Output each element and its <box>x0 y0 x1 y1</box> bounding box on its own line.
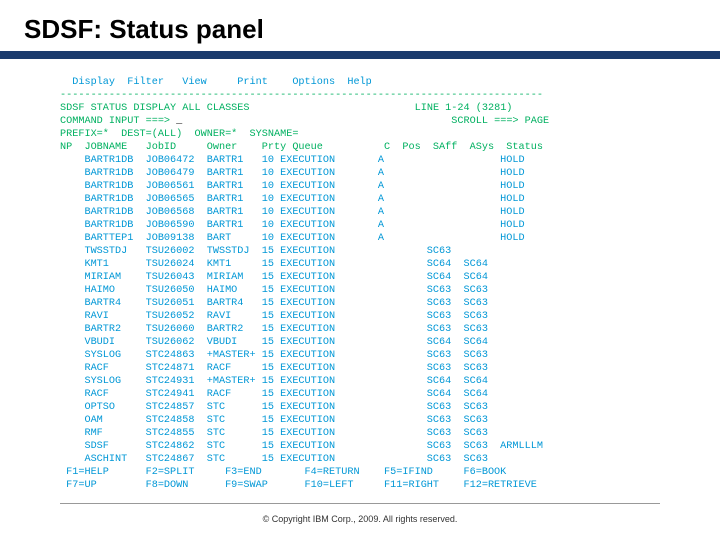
table-row[interactable]: VBUDI TSU26062 VBUDI 15 EXECUTION SC64 S… <box>60 337 500 348</box>
fkeys-row1[interactable]: F1=HELP F2=SPLIT F3=END F4=RETURN F5=IFI… <box>60 467 506 478</box>
table-row[interactable]: RACF STC24941 RACF 15 EXECUTION SC64 SC6… <box>60 389 500 400</box>
table-row[interactable]: TWSSTDJ TSU26002 TWSSTDJ 15 EXECUTION SC… <box>60 246 500 257</box>
table-row[interactable]: BARTR1DB JOB06568 BARTR1 10 EXECUTION A … <box>60 207 525 218</box>
table-row[interactable]: SYSLOG STC24931 +MASTER+ 15 EXECUTION SC… <box>60 376 500 387</box>
fkeys-row2[interactable]: F7=UP F8=DOWN F9=SWAP F10=LEFT F11=RIGHT… <box>60 480 537 491</box>
table-row[interactable]: BARTR1DB JOB06565 BARTR1 10 EXECUTION A … <box>60 194 525 205</box>
slide-title: SDSF: Status panel <box>0 0 720 51</box>
table-row[interactable]: OPTSO STC24857 STC 15 EXECUTION SC63 SC6… <box>60 402 500 413</box>
terminal-screen: Display Filter View Print Options Help -… <box>0 63 720 492</box>
table-row[interactable]: SYSLOG STC24863 +MASTER+ 15 EXECUTION SC… <box>60 350 500 361</box>
status-line: SDSF STATUS DISPLAY ALL CLASSES LINE 1-2… <box>60 103 512 114</box>
column-headers: NP JOBNAME JobID Owner Prty Queue C Pos … <box>60 142 543 153</box>
table-row[interactable]: BARTR1DB JOB06590 BARTR1 10 EXECUTION A … <box>60 220 525 231</box>
table-row[interactable]: OAM STC24858 STC 15 EXECUTION SC63 SC63 <box>60 415 500 426</box>
command-line[interactable]: COMMAND INPUT ===> _ SCROLL ===> PAGE <box>60 116 549 127</box>
table-row[interactable]: RMF STC24855 STC 15 EXECUTION SC63 SC63 <box>60 428 500 439</box>
table-row[interactable]: BARTR1DB JOB06472 BARTR1 10 EXECUTION A … <box>60 155 525 166</box>
table-row[interactable]: MIRIAM TSU26043 MIRIAM 15 EXECUTION SC64… <box>60 272 500 283</box>
table-row[interactable]: RAVI TSU26052 RAVI 15 EXECUTION SC63 SC6… <box>60 311 500 322</box>
menu-bar[interactable]: Display Filter View Print Options Help <box>60 77 396 88</box>
header-bar <box>0 51 720 59</box>
table-row[interactable]: KMT1 TSU26024 KMT1 15 EXECUTION SC64 SC6… <box>60 259 500 270</box>
table-row[interactable]: ASCHINT STC24867 STC 15 EXECUTION SC63 S… <box>60 454 500 465</box>
table-row[interactable]: BARTR4 TSU26051 BARTR4 15 EXECUTION SC63… <box>60 298 500 309</box>
filter-line: PREFIX=* DEST=(ALL) OWNER=* SYSNAME= <box>60 129 298 140</box>
table-row[interactable]: BARTR1DB JOB06479 BARTR1 10 EXECUTION A … <box>60 168 525 179</box>
table-row[interactable]: RACF STC24871 RACF 15 EXECUTION SC63 SC6… <box>60 363 500 374</box>
table-row[interactable]: BARTR2 TSU26060 BARTR2 15 EXECUTION SC63… <box>60 324 500 335</box>
table-row[interactable]: BARTR1DB JOB06561 BARTR1 10 EXECUTION A … <box>60 181 525 192</box>
divider-line: ----------------------------------------… <box>60 90 543 101</box>
copyright: © Copyright IBM Corp., 2009. All rights … <box>0 514 720 524</box>
table-row[interactable]: HAIMO TSU26050 HAIMO 15 EXECUTION SC63 S… <box>60 285 500 296</box>
footer-divider <box>60 503 660 504</box>
table-row[interactable]: SDSF STC24862 STC 15 EXECUTION SC63 SC63… <box>60 441 543 452</box>
table-row[interactable]: BARTTEP1 JOB09138 BART 10 EXECUTION A HO… <box>60 233 525 244</box>
